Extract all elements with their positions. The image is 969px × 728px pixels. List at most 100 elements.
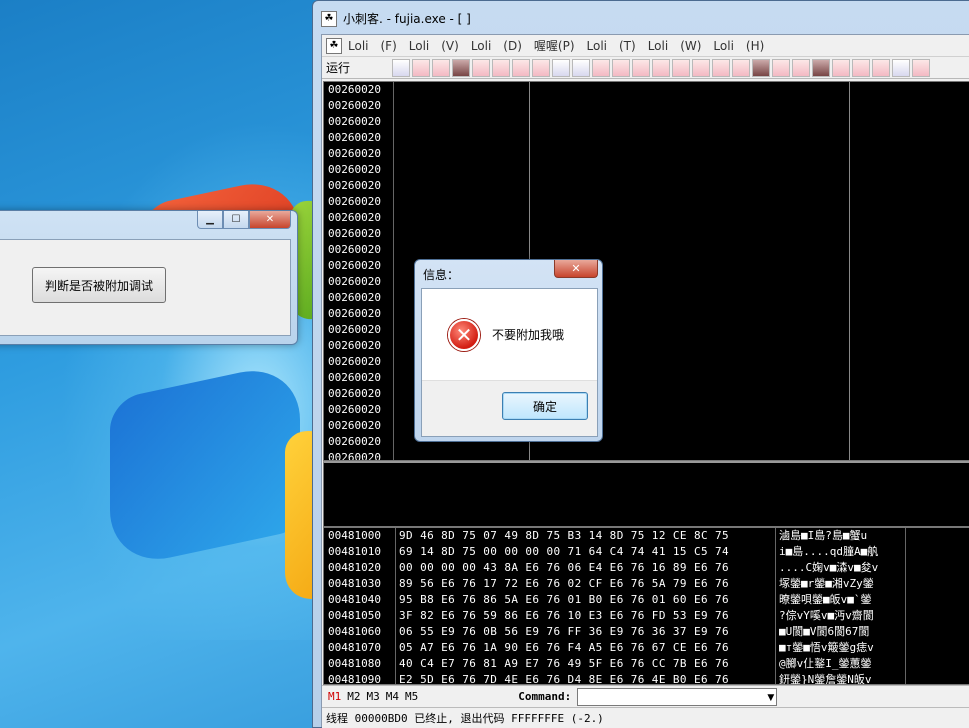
address-cell[interactable]: 00260020: [328, 242, 393, 258]
dump-ascii-cell: 滷島■I島?島■蟹u: [776, 528, 906, 544]
dump-row[interactable]: 00481060 06 55 E9 76 0B 56 E9 76 FF 36 E9…: [324, 624, 969, 640]
menu-item[interactable]: (T): [613, 39, 642, 53]
address-cell[interactable]: 00260020: [328, 194, 393, 210]
menu-item[interactable]: Loli: [642, 39, 674, 53]
toolbar-button-icon[interactable]: [432, 58, 450, 77]
tab-m3[interactable]: M3: [367, 690, 380, 703]
menu-item[interactable]: (F): [374, 39, 402, 53]
tab-m1[interactable]: M1: [328, 690, 341, 703]
memory-dump-pane[interactable]: 00481000 9D 46 8D 75 07 49 8D 75 B3 14 8D…: [323, 527, 969, 685]
address-cell[interactable]: 00260020: [328, 354, 393, 370]
dialog-close-button[interactable]: ✕: [554, 260, 598, 278]
minimize-button[interactable]: ▁: [197, 211, 223, 229]
dump-row[interactable]: 00481080 40 C4 E7 76 81 A9 E7 76 49 5F E6…: [324, 656, 969, 672]
toolbar-button-icon[interactable]: [712, 58, 730, 77]
menu-item[interactable]: Loli: [465, 39, 497, 53]
address-cell[interactable]: 00260020: [328, 162, 393, 178]
address-cell[interactable]: 00260020: [328, 450, 393, 460]
toolbar-button-icon[interactable]: [452, 58, 470, 77]
ok-button[interactable]: 确定: [502, 392, 588, 420]
address-cell[interactable]: 00260020: [328, 226, 393, 242]
dump-addr-cell: 00481020: [324, 560, 396, 576]
toolbar-button-icon[interactable]: [672, 58, 690, 77]
toolbar-button-icon[interactable]: [792, 58, 810, 77]
check-debugger-button[interactable]: 判断是否被附加调试: [32, 267, 166, 303]
address-cell[interactable]: 00260020: [328, 258, 393, 274]
toolbar-button-icon[interactable]: [472, 58, 490, 77]
menu-item[interactable]: 喔喔(P): [528, 37, 581, 54]
menu-item[interactable]: Loli: [581, 39, 613, 53]
toolbar-button-icon[interactable]: [852, 58, 870, 77]
address-cell[interactable]: 00260020: [328, 82, 393, 98]
dump-addr-cell: 00481060: [324, 624, 396, 640]
menu-item[interactable]: (H): [740, 39, 770, 53]
address-cell[interactable]: 00260020: [328, 370, 393, 386]
toolbar-button-icon[interactable]: [752, 58, 770, 77]
address-cell[interactable]: 00260020: [328, 306, 393, 322]
toolbar-button-icon[interactable]: [592, 58, 610, 77]
command-input[interactable]: ▼: [577, 687, 778, 707]
dump-row[interactable]: 00481070 05 A7 E6 76 1A 90 E6 76 F4 A5 E6…: [324, 640, 969, 656]
toolbar-button-icon[interactable]: [872, 58, 890, 77]
toolbar-button-icon[interactable]: [632, 58, 650, 77]
address-cell[interactable]: 00260020: [328, 338, 393, 354]
toolbar-button-icon[interactable]: [772, 58, 790, 77]
toolbar-button-icon[interactable]: [892, 58, 910, 77]
dump-addr-cell: 00481000: [324, 528, 396, 544]
toolbar-button-icon[interactable]: [412, 58, 430, 77]
chevron-down-icon[interactable]: ▼: [767, 689, 774, 707]
toolbar-button-icon[interactable]: [732, 58, 750, 77]
address-cell[interactable]: 00260020: [328, 210, 393, 226]
dump-row[interactable]: 00481050 3F 82 E6 76 59 86 E6 76 10 E3 E6…: [324, 608, 969, 624]
toolbar-button-icon[interactable]: [652, 58, 670, 77]
address-cell[interactable]: 00260020: [328, 274, 393, 290]
info-pane[interactable]: [323, 461, 969, 527]
dump-hex-cell: E2 5D E6 76 7D 4E E6 76 D4 8E E6 76 4E B…: [396, 672, 776, 684]
toolbar-button-icon[interactable]: [392, 58, 410, 77]
menu-item[interactable]: (W): [674, 39, 707, 53]
menu-app-icon[interactable]: ☘: [326, 37, 342, 54]
dump-row[interactable]: 00481010 69 14 8D 75 00 00 00 00 71 64 C4…: [324, 544, 969, 560]
dump-row[interactable]: 00481020 00 00 00 00 43 8A E6 76 06 E4 E6…: [324, 560, 969, 576]
menu-item[interactable]: (V): [435, 39, 465, 53]
detector-window: ▁ ☐ ✕ 判断是否被附加调试: [0, 210, 298, 345]
toolbar-button-icon[interactable]: [912, 58, 930, 77]
dialog-footer: 确定: [422, 380, 597, 436]
address-cell[interactable]: 00260020: [328, 114, 393, 130]
address-cell[interactable]: 00260020: [328, 386, 393, 402]
toolbar-button-icon[interactable]: [692, 58, 710, 77]
address-cell[interactable]: 00260020: [328, 402, 393, 418]
menu-item[interactable]: (D): [497, 39, 528, 53]
address-cell[interactable]: 00260020: [328, 434, 393, 450]
toolbar-button-icon[interactable]: [612, 58, 630, 77]
address-cell[interactable]: 00260020: [328, 98, 393, 114]
address-cell[interactable]: 00260020: [328, 178, 393, 194]
dump-row[interactable]: 00481030 89 56 E6 76 17 72 E6 76 02 CF E6…: [324, 576, 969, 592]
toolbar-button-icon[interactable]: [552, 58, 570, 77]
column-divider[interactable]: [849, 82, 850, 460]
run-status-label: 运行: [326, 61, 351, 75]
dump-row[interactable]: 00481040 95 B8 E6 76 86 5A E6 76 01 B0 E6…: [324, 592, 969, 608]
toolbar-button-icon[interactable]: [492, 58, 510, 77]
address-cell[interactable]: 00260020: [328, 130, 393, 146]
address-cell[interactable]: 00260020: [328, 322, 393, 338]
menu-item[interactable]: Loli: [707, 39, 739, 53]
tab-m5[interactable]: M5: [405, 690, 418, 703]
toolbar-button-icon[interactable]: [572, 58, 590, 77]
toolbar-button-icon[interactable]: [532, 58, 550, 77]
memory-tabs: M1 M2 M3 M4 M5: [322, 690, 418, 703]
toolbar-button-icon[interactable]: [832, 58, 850, 77]
toolbar-button-icon[interactable]: [812, 58, 830, 77]
maximize-button[interactable]: ☐: [223, 211, 249, 229]
address-cell[interactable]: 00260020: [328, 418, 393, 434]
menu-item[interactable]: Loli: [403, 39, 435, 53]
dump-row[interactable]: 00481090 E2 5D E6 76 7D 4E E6 76 D4 8E E6…: [324, 672, 969, 684]
menu-item[interactable]: Loli: [342, 39, 374, 53]
address-cell[interactable]: 00260020: [328, 290, 393, 306]
tab-m2[interactable]: M2: [347, 690, 360, 703]
toolbar-button-icon[interactable]: [512, 58, 530, 77]
tab-m4[interactable]: M4: [386, 690, 399, 703]
address-cell[interactable]: 00260020: [328, 146, 393, 162]
close-button[interactable]: ✕: [249, 211, 291, 229]
dump-row[interactable]: 00481000 9D 46 8D 75 07 49 8D 75 B3 14 8D…: [324, 528, 969, 544]
